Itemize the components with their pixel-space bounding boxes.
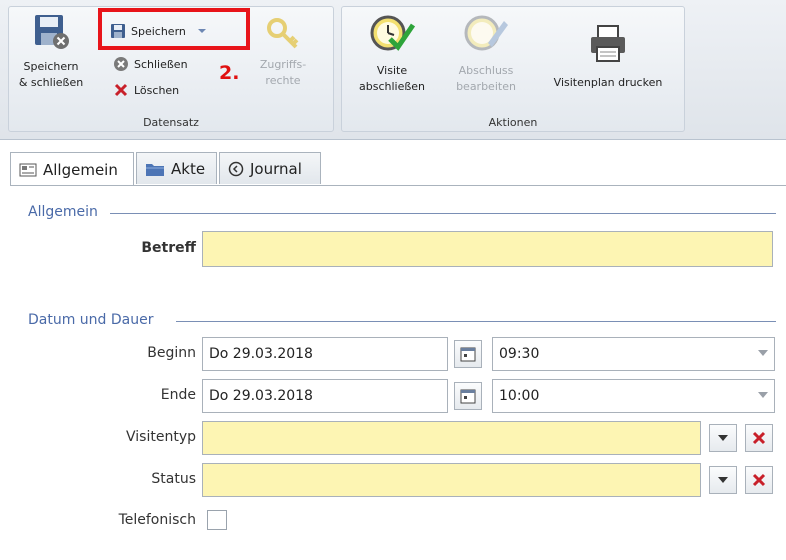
save-close-label-2: & schließen [18,76,84,89]
ende-label: Ende [160,387,196,403]
beginn-time-value: 09:30 [499,346,540,362]
beginn-date-value: Do 29.03.2018 [209,346,313,362]
ende-time-select[interactable]: 10:00 [492,379,775,413]
loeschen-button[interactable]: Löschen [113,80,179,100]
dropdown-arrow-icon [758,350,768,356]
beginn-label: Beginn [147,345,196,361]
save-and-close-button[interactable]: Speichern & schließen [13,11,89,91]
clock-edit-icon [464,15,508,51]
section-title-allgemein: Allgemein [28,204,98,220]
close-circle-icon [114,57,128,71]
history-clock-icon [228,161,244,176]
beginn-time-select[interactable]: 09:30 [492,337,775,371]
zugriff-label-2: rechte [265,74,301,87]
tab-akte[interactable]: Akte [136,152,217,184]
section-divider [110,213,776,214]
printer-icon [591,25,625,62]
visitentyp-dropdown-button[interactable] [709,424,737,452]
betreff-input[interactable] [202,231,773,267]
dropdown-arrow-icon [758,392,768,398]
zugriffsrechte-button[interactable]: Zugriffs- rechte [247,11,319,89]
status-dropdown-button[interactable] [709,466,737,494]
loeschen-label: Löschen [134,83,180,97]
clear-x-icon [752,431,766,445]
highlight-box [98,8,250,50]
save-close-label-1: Speichern [23,60,79,73]
tab-journal[interactable]: Journal [219,152,321,184]
floppy-disk-icon [35,15,69,49]
tab-allgemein[interactable]: Allgemein [10,152,134,186]
chevron-down-icon [718,435,728,441]
clear-x-icon [752,473,766,487]
datensatz-group-label: Datensatz [143,116,199,129]
schliessen-button[interactable]: Schließen [113,54,188,74]
status-clear-button[interactable] [745,466,773,494]
abschluss-bearbeiten-button[interactable]: Abschluss bearbeiten [442,11,530,95]
tab-akte-label: Akte [171,159,206,178]
tab-allgemein-label: Allgemein [43,160,118,179]
beginn-calendar-button[interactable] [454,340,482,368]
telefonisch-label: Telefonisch [118,512,196,528]
aktionen-group-label: Aktionen [488,116,538,129]
section-title-datum: Datum und Dauer [28,312,154,328]
aktionen-group: Visite abschließen Abschluss bearbeiten … [341,6,685,132]
visite-label-2: abschließen [358,80,426,93]
ende-time-value: 10:00 [499,388,540,404]
status-input[interactable] [202,463,701,497]
clock-check-icon [370,15,416,51]
visitenplan-label: Visitenplan drucken [553,76,663,89]
status-label: Status [151,471,196,487]
key-icon [267,18,299,49]
schliessen-label: Schließen [134,57,188,71]
visite-abschliessen-button[interactable]: Visite abschließen [348,11,436,95]
zugriff-label-1: Zugriffs- [259,58,307,71]
delete-x-icon [114,83,128,97]
abschluss-label-2: bearbeiten [456,80,516,93]
step-annotation: 2. [219,62,240,84]
visitentyp-input[interactable] [202,421,701,455]
ende-date-input[interactable]: Do 29.03.2018 [202,379,448,413]
ende-calendar-button[interactable] [454,382,482,410]
visite-label-1: Visite [376,64,408,77]
form-icon [19,163,37,176]
visitenplan-drucken-button[interactable]: Visitenplan drucken [538,11,678,91]
section-divider [176,321,776,322]
ende-date-value: Do 29.03.2018 [209,388,313,404]
telefonisch-checkbox[interactable] [207,510,227,530]
calendar-icon [460,347,476,362]
visitentyp-clear-button[interactable] [745,424,773,452]
form-panel: Allgemein Betreff Datum und Dauer Beginn… [10,185,786,560]
folder-icon [146,163,164,176]
betreff-label: Betreff [141,240,196,256]
tab-journal-label: Journal [250,159,302,178]
visitentyp-label: Visitentyp [126,429,196,445]
beginn-date-input[interactable]: Do 29.03.2018 [202,337,448,371]
chevron-down-icon [718,477,728,483]
calendar-icon [460,389,476,404]
abschluss-label-1: Abschluss [458,64,514,77]
